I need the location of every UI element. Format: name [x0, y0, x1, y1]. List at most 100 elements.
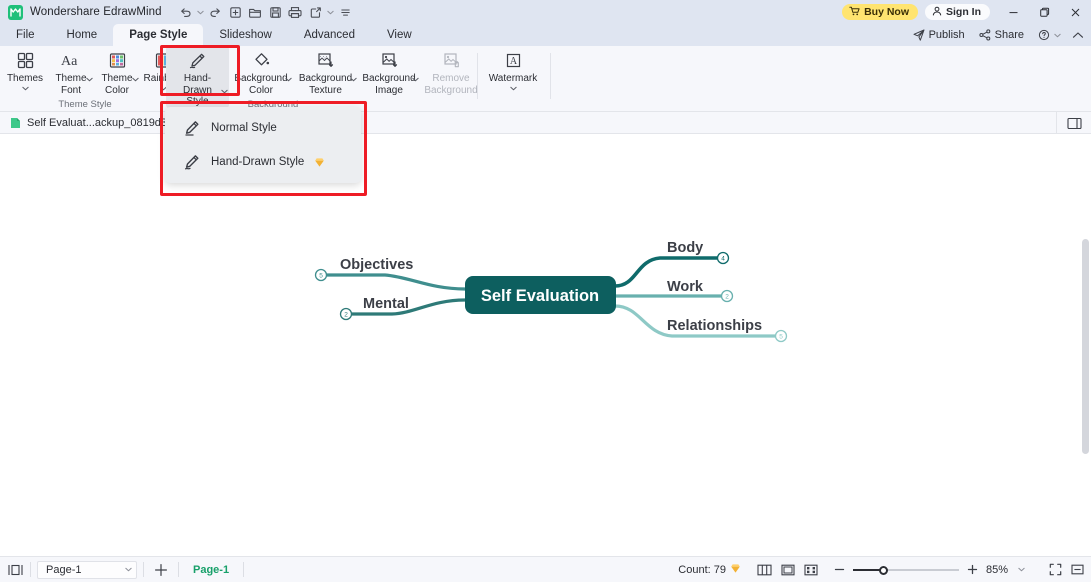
undo-dropdown-caret-icon[interactable]: [196, 3, 205, 22]
right-panel-toggle-icon[interactable]: [1057, 112, 1091, 134]
document-icon: [10, 117, 21, 129]
minimize-icon[interactable]: [998, 0, 1029, 24]
tab-slideshow[interactable]: Slideshow: [203, 24, 287, 46]
document-tab-bar-right: [1056, 112, 1091, 134]
collapse-badge-objectives[interactable]: 5: [314, 268, 328, 282]
sign-in-button[interactable]: Sign In: [925, 4, 990, 20]
undo-icon[interactable]: [176, 3, 195, 22]
collapse-badge-work[interactable]: 2: [720, 289, 734, 303]
fit-screen-icon[interactable]: [801, 560, 821, 580]
tab-label: View: [386, 29, 412, 41]
collapse-count: 5: [779, 334, 783, 341]
collapse-badge-relationships[interactable]: 5: [774, 329, 788, 343]
fullscreen-icon[interactable]: [1045, 560, 1065, 580]
zoom-percent-label[interactable]: 85%: [986, 564, 1008, 576]
tab-page-style[interactable]: Page Style: [113, 24, 204, 46]
theme-font-button[interactable]: Aa Theme Font: [48, 46, 94, 96]
ribbon-tab-bar: File Home Page Style Slideshow Advanced …: [0, 24, 1091, 46]
themes-button[interactable]: Themes: [2, 46, 48, 93]
watermark-caret-icon[interactable]: [509, 85, 517, 93]
export-dropdown-caret-icon[interactable]: [326, 3, 335, 22]
status-bar-right: Count: 79 85%: [670, 560, 1087, 580]
background-texture-button[interactable]: Background Texture: [293, 46, 358, 96]
watermark-button[interactable]: A Watermark: [483, 46, 543, 93]
theme-font-icon: Aa: [61, 50, 81, 70]
tab-file[interactable]: File: [0, 24, 51, 46]
background-image-caret-icon[interactable]: [412, 69, 419, 87]
document-tab-bar: Self Evaluat...ackup_0819d3: [0, 112, 1091, 134]
theme-color-caret-icon[interactable]: [132, 69, 139, 87]
watermark-icon: A: [505, 50, 522, 70]
theme-font-caret-icon[interactable]: [86, 69, 93, 87]
close-icon[interactable]: [1060, 0, 1091, 24]
ribbon-separator: [477, 53, 478, 99]
pen-curve-icon: [183, 154, 201, 170]
publish-button[interactable]: Publish: [907, 26, 971, 44]
svg-text:A: A: [509, 56, 517, 67]
background-image-button[interactable]: Background Image: [358, 46, 420, 96]
cart-icon: [849, 6, 860, 19]
print-icon[interactable]: [286, 3, 305, 22]
new-icon[interactable]: [226, 3, 245, 22]
zoom-out-button[interactable]: [833, 563, 846, 576]
status-end-icons: [1045, 560, 1087, 580]
outline-toggle-icon[interactable]: [0, 557, 30, 582]
hand-drawn-style-dropdown[interactable]: Normal Style Hand-Drawn Style: [165, 107, 361, 183]
mindmap-branch-label-objectives: Objectives: [340, 257, 413, 273]
zoom-slider-knob[interactable]: [878, 565, 888, 575]
split-view-icon[interactable]: [755, 560, 775, 580]
more-icon[interactable]: [336, 3, 355, 22]
collapse-ribbon-icon[interactable]: [1069, 26, 1087, 44]
background-texture-label: Background Texture: [298, 73, 353, 96]
theme-color-label: Theme Color: [101, 73, 133, 96]
title-bar-right: Buy Now Sign In: [842, 0, 1091, 24]
focus-mode-icon[interactable]: [1067, 560, 1087, 580]
add-page-button[interactable]: [144, 557, 178, 582]
ribbon-group-theme-style: Themes Aa Theme Font Theme Color Rainbow…: [2, 46, 182, 112]
maximize-icon[interactable]: [1029, 0, 1060, 24]
mindmap-root-node[interactable]: Self Evaluation: [465, 276, 616, 314]
publish-label: Publish: [928, 29, 965, 41]
zoom-slider[interactable]: [852, 563, 959, 576]
page-select[interactable]: Page-1: [37, 560, 137, 579]
page-tab-page-1[interactable]: Page-1: [179, 564, 243, 576]
image-download-icon: [381, 50, 398, 70]
hand-drawn-style-caret-icon[interactable]: [221, 81, 228, 99]
mindmap-svg: Self Evaluation Objectives Mental Body W…: [314, 240, 788, 343]
themes-caret-icon[interactable]: [21, 85, 29, 93]
mindmap-root-label: Self Evaluation: [481, 287, 599, 305]
dropdown-item-hand-drawn-style[interactable]: Hand-Drawn Style: [171, 145, 355, 179]
tab-label: File: [16, 29, 35, 41]
image-delete-icon: [443, 50, 460, 70]
watermark-label: Watermark: [488, 73, 538, 84]
redo-icon[interactable]: [206, 3, 225, 22]
status-separator-4: [243, 562, 245, 577]
theme-color-button[interactable]: Theme Color: [94, 46, 140, 96]
tab-view[interactable]: View: [371, 24, 428, 46]
dropdown-item-normal-style[interactable]: Normal Style: [171, 111, 355, 145]
zoom-in-button[interactable]: [966, 563, 979, 576]
theme-font-label: Theme Font: [55, 73, 87, 96]
ribbon-group-background: Hand-Drawn Style Background Color Backgr…: [166, 46, 480, 112]
buy-now-label: Buy Now: [864, 6, 909, 18]
save-icon[interactable]: [266, 3, 285, 22]
collapse-badge-mental[interactable]: 2: [339, 307, 353, 321]
background-color-caret-icon[interactable]: [285, 69, 292, 87]
canvas-vertical-scrollbar[interactable]: [1082, 239, 1089, 454]
background-color-button[interactable]: Background Color: [229, 46, 293, 96]
remove-background-button: Remove Background: [420, 46, 482, 96]
page-view-icon[interactable]: [778, 560, 798, 580]
export-icon[interactable]: [306, 3, 325, 22]
tab-advanced[interactable]: Advanced: [288, 24, 371, 46]
zoom-dropdown-caret-icon[interactable]: [1015, 567, 1027, 572]
open-icon[interactable]: [246, 3, 265, 22]
tab-home[interactable]: Home: [51, 24, 114, 46]
branch-connector-objectives: [323, 273, 467, 291]
mindmap-canvas[interactable]: Self Evaluation Objectives Mental Body W…: [0, 134, 1091, 556]
buy-now-button[interactable]: Buy Now: [842, 4, 918, 20]
document-tab[interactable]: Self Evaluat...ackup_0819d3: [0, 112, 189, 134]
collapse-badge-body[interactable]: 4: [716, 251, 730, 265]
share-button[interactable]: Share: [973, 26, 1030, 44]
background-texture-caret-icon[interactable]: [350, 69, 357, 87]
help-button[interactable]: [1032, 26, 1067, 44]
